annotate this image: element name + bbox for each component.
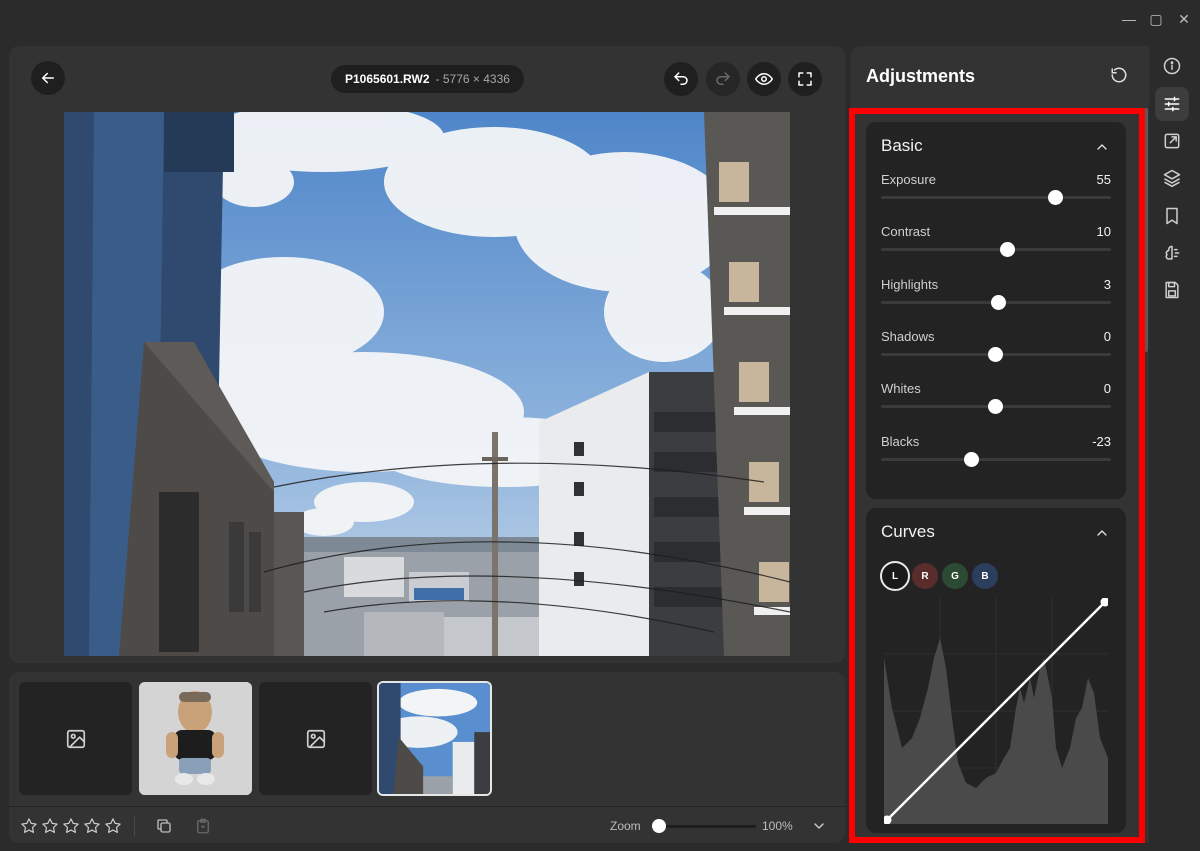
save-icon[interactable] (1162, 280, 1182, 300)
close-icon[interactable]: ✕ (1175, 10, 1193, 28)
redo-icon (716, 72, 730, 85)
undo-icon (674, 72, 688, 85)
slider-value: -23 (1092, 434, 1111, 449)
bookmark-icon[interactable] (1162, 206, 1182, 226)
minimize-icon[interactable]: — (1120, 10, 1138, 28)
sky-photo (379, 683, 490, 794)
star-icon[interactable] (20, 817, 38, 835)
info-icon[interactable] (1162, 56, 1182, 76)
slider-thumb[interactable] (1047, 190, 1063, 205)
title-bar: — ▢ ✕ (0, 0, 1200, 38)
slider-label: Highlights (881, 277, 939, 292)
curves-title: Curves (881, 522, 935, 541)
curve-graph (884, 598, 1108, 824)
slider-thumb[interactable] (988, 347, 1004, 362)
slider-label: Exposure (881, 172, 936, 187)
slider-label: Shadows (881, 329, 935, 344)
back-button[interactable] (31, 61, 65, 95)
maximize-icon[interactable]: ▢ (1147, 10, 1165, 28)
thumbnail-3[interactable] (259, 682, 372, 795)
layers-icon[interactable] (1162, 168, 1182, 188)
curve-editor[interactable] (884, 598, 1108, 824)
compare-button[interactable] (747, 62, 781, 96)
slider-label: Whites (881, 381, 921, 396)
copy-icon[interactable] (155, 817, 173, 835)
channel-green-button[interactable]: G (942, 563, 968, 589)
zoom-label: Zoom (610, 819, 641, 833)
paste-icon[interactable] (194, 817, 212, 835)
fullscreen-icon (798, 72, 812, 86)
chevron-up-icon[interactable] (1094, 525, 1110, 541)
ai-brain-icon[interactable] (1162, 243, 1182, 263)
slider-track[interactable] (881, 196, 1111, 199)
slider-value: 3 (1103, 277, 1111, 292)
file-info-pill: P1065601.RW2 - 5776 × 4336 (331, 65, 524, 93)
image-placeholder-icon (66, 729, 85, 748)
redo-button[interactable] (706, 62, 740, 96)
zoom-slider-track[interactable] (658, 825, 756, 828)
channel-red-button[interactable]: R (912, 563, 938, 589)
contrast-slider[interactable]: Contrast 10 (881, 224, 1111, 264)
toolbar-divider (134, 816, 135, 836)
undo-button[interactable] (664, 62, 698, 96)
photo-canvas (64, 112, 790, 656)
slider-value: 55 (1096, 172, 1111, 187)
star-icon[interactable] (41, 817, 59, 835)
reset-icon[interactable] (1110, 66, 1128, 84)
slider-value: 0 (1103, 381, 1111, 396)
export-icon[interactable] (1162, 131, 1182, 151)
curves-section: Curves L R G B (866, 508, 1126, 833)
filmstrip-toolbar: Zoom 100% (9, 806, 845, 843)
panel-title: Adjustments (866, 66, 976, 86)
channel-luma-button[interactable]: L (880, 561, 910, 591)
chevron-up-icon[interactable] (1094, 139, 1110, 155)
arrow-left-icon (42, 72, 54, 84)
slider-label: Contrast (881, 224, 931, 239)
slider-thumb[interactable] (988, 399, 1004, 414)
image-viewer: P1065601.RW2 - 5776 × 4336 (9, 46, 845, 663)
doll-photo (139, 682, 252, 795)
fullscreen-button[interactable] (788, 62, 822, 96)
file-dimensions: - 5776 × 4336 (435, 72, 510, 86)
highlights-slider[interactable]: Highlights 3 (881, 277, 1111, 317)
thumbnail-2[interactable] (139, 682, 252, 795)
slider-value: 0 (1103, 329, 1111, 344)
image-placeholder-icon (306, 729, 325, 748)
chevron-down-icon[interactable] (811, 818, 827, 834)
basic-section: Basic Exposure 55 Contrast 10 Highlights… (866, 122, 1126, 499)
slider-track[interactable] (881, 248, 1111, 251)
adjustments-icon[interactable] (1162, 94, 1182, 114)
slider-label: Blacks (881, 434, 920, 449)
exposure-slider[interactable]: Exposure 55 (881, 172, 1111, 212)
whites-slider[interactable]: Whites 0 (881, 381, 1111, 421)
zoom-slider-thumb[interactable] (652, 819, 666, 833)
zoom-value: 100% (762, 819, 793, 833)
slider-thumb[interactable] (963, 452, 979, 467)
slider-value: 10 (1096, 224, 1111, 239)
slider-thumb[interactable] (1000, 242, 1016, 257)
filmstrip: Zoom 100% (9, 672, 845, 843)
blacks-slider[interactable]: Blacks -23 (881, 434, 1111, 474)
star-icon[interactable] (104, 817, 122, 835)
thumbnail-1[interactable] (19, 682, 132, 795)
right-tool-rail (1150, 46, 1200, 843)
star-icon[interactable] (62, 817, 80, 835)
panel-scrollbar[interactable] (1144, 108, 1148, 352)
slider-thumb[interactable] (991, 295, 1007, 310)
eye-icon (755, 73, 773, 85)
rating-stars (20, 817, 122, 835)
thumbnail-4-selected[interactable] (377, 681, 492, 796)
channel-blue-button[interactable]: B (972, 563, 998, 589)
file-name: P1065601.RW2 (345, 72, 430, 86)
star-icon[interactable] (83, 817, 101, 835)
main-photo[interactable] (64, 112, 790, 656)
basic-title: Basic (881, 136, 923, 155)
slider-track[interactable] (881, 458, 1111, 461)
shadows-slider[interactable]: Shadows 0 (881, 329, 1111, 369)
